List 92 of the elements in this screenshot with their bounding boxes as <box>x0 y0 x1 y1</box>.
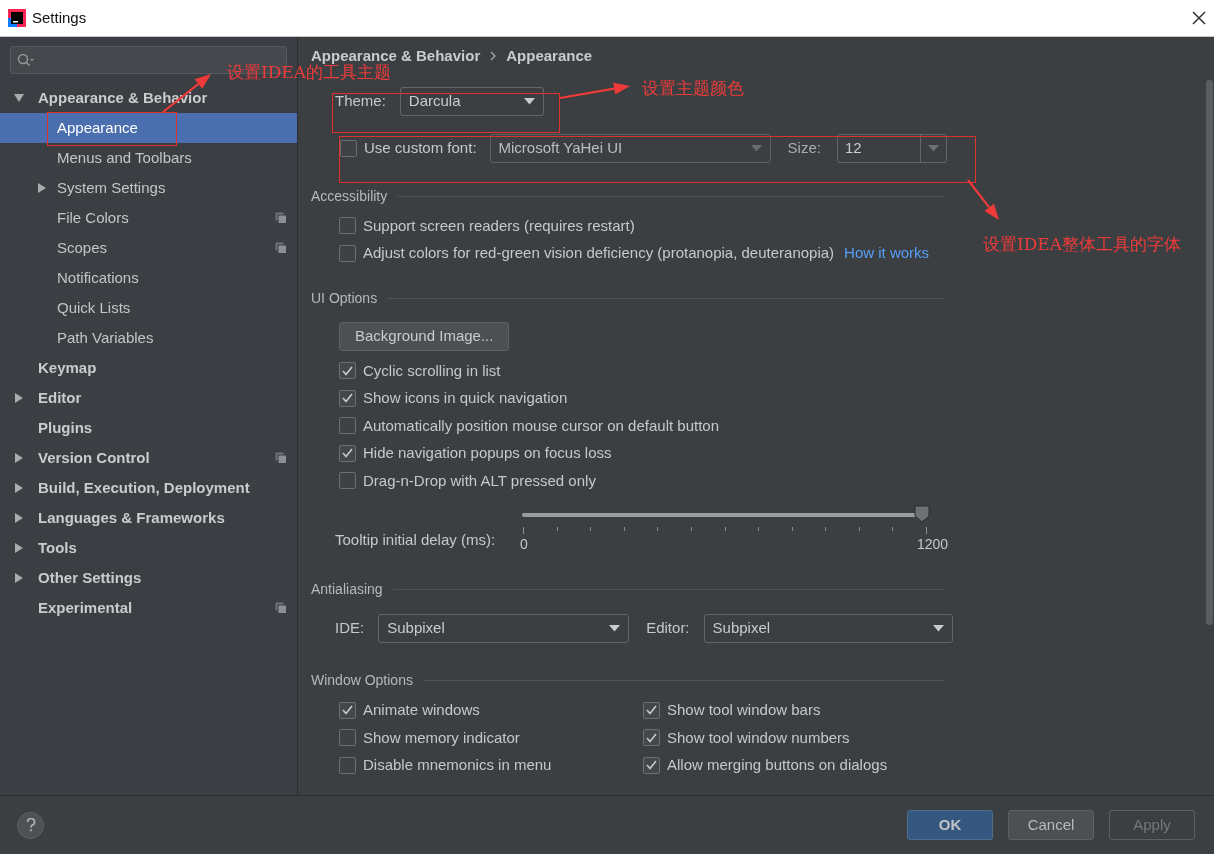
breadcrumb-item: Appearance <box>506 45 593 66</box>
window-title: Settings <box>32 7 87 28</box>
sidebar-item[interactable]: File Colors <box>0 203 297 233</box>
checkbox-label: Hide navigation popups on focus loss <box>363 443 612 463</box>
scrollbar-thumb[interactable] <box>1205 80 1213 625</box>
checkbox[interactable] <box>339 389 356 407</box>
sidebar-item[interactable]: Appearance <box>0 113 297 143</box>
annotation-arrow <box>967 179 999 220</box>
checkbox-label: Support screen readers (requires restart) <box>363 215 635 236</box>
section-header: UI Options <box>311 288 378 308</box>
checkbox-label: Show tool window numbers <box>667 727 850 748</box>
checkbox[interactable] <box>339 362 356 380</box>
checkbox-label: Automatically position mouse cursor on default button <box>363 415 720 436</box>
help-button[interactable] <box>17 811 44 839</box>
checkbox-label: Cyclic scrolling in list <box>363 360 501 381</box>
collapse-arrow-icon[interactable] <box>14 573 24 583</box>
sidebar-item[interactable]: Plugins <box>0 413 297 443</box>
checkbox-label: Show memory indicator <box>363 727 520 748</box>
app-logo-icon <box>8 9 26 27</box>
field-label: Theme: <box>335 91 386 112</box>
sidebar-item[interactable]: Notifications <box>0 263 297 293</box>
sidebar-item[interactable]: Menus and Toolbars <box>0 143 297 173</box>
checkbox[interactable] <box>643 756 660 774</box>
checkbox[interactable] <box>339 417 356 435</box>
expand-arrow-icon[interactable] <box>14 93 24 103</box>
sidebar-item[interactable]: Scopes <box>0 233 297 263</box>
close-icon[interactable] <box>1192 11 1206 25</box>
dropdown-arrow-icon[interactable] <box>609 624 621 632</box>
slider-track[interactable] <box>520 502 931 525</box>
question-mark-icon <box>25 818 36 832</box>
checkbox-label: Use custom font: <box>364 138 477 159</box>
sidebar-item[interactable]: Languages & Frameworks <box>0 503 297 533</box>
checkbox-label: Allow merging buttons on dialogs <box>667 755 888 775</box>
checkbox-label: Adjust colors for red-green vision deficiency (protanopia, deuteranopia) <box>363 243 835 263</box>
chevron-icon <box>490 51 497 61</box>
field-label: Size: <box>787 138 821 159</box>
search-icon <box>17 53 35 67</box>
checkbox-label: Show icons in quick navigation <box>363 388 568 408</box>
collapse-arrow-icon[interactable] <box>14 453 24 463</box>
checkbox[interactable] <box>339 701 356 719</box>
sidebar-item[interactable]: Tools <box>0 533 297 563</box>
dropdown-arrow-icon[interactable] <box>523 98 535 105</box>
section-header: Antialiasing <box>311 580 383 599</box>
tick-label: 1200 <box>916 534 949 554</box>
collapse-arrow-icon[interactable] <box>14 513 24 523</box>
annotation-text: 设置IDEA整体工具的字体 <box>983 234 1182 254</box>
field-label: IDE: <box>335 617 365 638</box>
ide-dropdown[interactable]: Subpixel <box>378 613 630 643</box>
checkbox-label: Drag-n-Drop with ALT pressed only <box>363 470 596 491</box>
slider-label: Tooltip initial delay (ms): <box>335 529 496 550</box>
slider-thumb[interactable] <box>914 504 931 523</box>
sidebar-item[interactable]: Quick Lists <box>0 293 297 323</box>
size-dropdown[interactable]: 12 <box>836 134 947 163</box>
sidebar-item[interactable]: Editor <box>0 383 297 413</box>
sidebar-item[interactable]: System Settings <box>0 173 297 203</box>
sidebar-item[interactable]: Other Settings <box>0 563 297 593</box>
theme-dropdown[interactable]: Darcula <box>399 87 544 116</box>
field-label: Editor: <box>646 617 690 638</box>
checkbox[interactable] <box>339 217 356 235</box>
checkbox-label: Show tool window bars <box>667 700 821 720</box>
checkbox[interactable] <box>339 444 356 462</box>
font-dropdown[interactable]: Microsoft YaHei UI <box>489 134 771 163</box>
link[interactable]: How it works <box>844 242 930 265</box>
checkbox-label: Animate windows <box>363 700 480 720</box>
sidebar-item[interactable]: Path Variables <box>0 323 297 353</box>
checkbox[interactable] <box>339 244 356 262</box>
checkbox[interactable] <box>643 729 660 747</box>
dialog-button[interactable]: Cancel <box>1008 810 1094 840</box>
section-header: Window Options <box>311 671 413 690</box>
checkbox[interactable] <box>643 701 660 719</box>
dropdown-arrow-icon[interactable] <box>932 624 944 632</box>
collapse-arrow-icon[interactable] <box>14 393 24 403</box>
annotation-text: 设置主题颜色 <box>642 78 744 98</box>
background-image-button[interactable]: Background Image... <box>339 322 510 351</box>
section-header: Accessibility <box>311 186 388 206</box>
ok-button[interactable]: OK <box>907 810 993 840</box>
sidebar-item[interactable]: Experimental <box>0 593 297 623</box>
breadcrumb-item: Appearance & Behavior <box>311 45 481 64</box>
sidebar-item[interactable]: Build, Execution, Deployment <box>0 473 297 503</box>
collapse-arrow-icon[interactable] <box>14 543 24 553</box>
sidebar-item[interactable]: Keymap <box>0 353 297 383</box>
tick-label: 0 <box>520 534 528 554</box>
collapse-arrow-icon[interactable] <box>14 483 24 493</box>
checkbox[interactable] <box>340 140 357 157</box>
editor-dropdown[interactable]: Subpixel <box>703 613 953 643</box>
checkbox[interactable] <box>339 756 356 774</box>
checkbox-label: Disable mnemonics in menu <box>363 755 552 775</box>
checkbox[interactable] <box>339 729 356 747</box>
collapse-arrow-icon[interactable] <box>37 183 47 193</box>
checkbox[interactable] <box>339 472 356 490</box>
annotation-arrow <box>559 82 630 100</box>
sidebar-item[interactable]: Version Control <box>0 443 297 473</box>
